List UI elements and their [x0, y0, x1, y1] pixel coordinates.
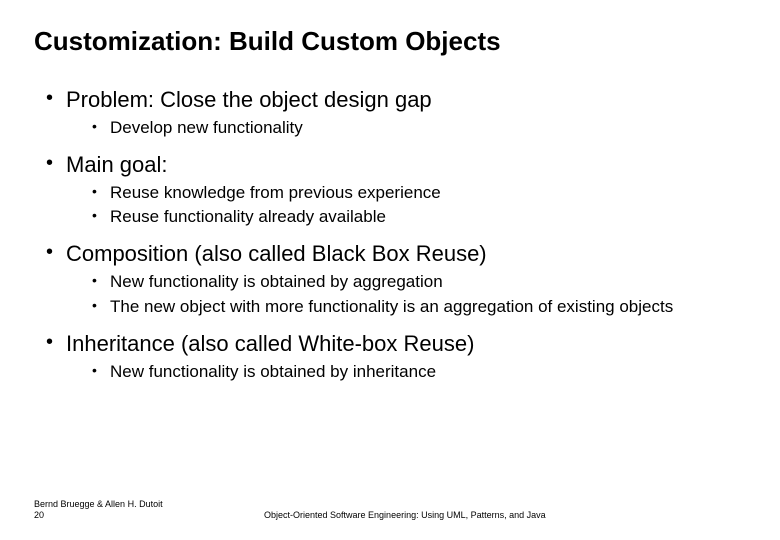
list-item: Reuse functionality already available: [92, 206, 746, 229]
slide-title: Customization: Build Custom Objects: [34, 26, 746, 57]
footer-authors: Bernd Bruegge & Allen H. Dutoit: [34, 499, 163, 509]
list-item-label: New functionality is obtained by inherit…: [110, 362, 436, 381]
slide-footer: Bernd Bruegge & Allen H. Dutoit 20 Objec…: [34, 499, 746, 522]
footer-left: Bernd Bruegge & Allen H. Dutoit 20: [34, 499, 234, 522]
list-item-label: Inheritance (also called White-box Reuse…: [66, 331, 474, 356]
list-item: Composition (also called Black Box Reuse…: [44, 239, 746, 319]
list-item-label: The new object with more functionality i…: [110, 297, 673, 316]
footer-page-number: 20: [34, 510, 44, 520]
sub-list: Reuse knowledge from previous experience…: [66, 182, 746, 230]
slide: Customization: Build Custom Objects Prob…: [0, 0, 780, 540]
sub-list: New functionality is obtained by aggrega…: [66, 271, 746, 319]
list-item-label: Problem: Close the object design gap: [66, 87, 432, 112]
list-item-label: Reuse knowledge from previous experience: [110, 183, 441, 202]
list-item: Problem: Close the object design gap Dev…: [44, 85, 746, 140]
list-item: New functionality is obtained by aggrega…: [92, 271, 746, 294]
list-item-label: Composition (also called Black Box Reuse…: [66, 241, 487, 266]
list-item: Inheritance (also called White-box Reuse…: [44, 329, 746, 384]
list-item: Reuse knowledge from previous experience: [92, 182, 746, 205]
list-item-label: Main goal:: [66, 152, 168, 177]
list-item: New functionality is obtained by inherit…: [92, 361, 746, 384]
sub-list: Develop new functionality: [66, 117, 746, 140]
footer-book-title: Object-Oriented Software Engineering: Us…: [264, 510, 546, 520]
sub-list: New functionality is obtained by inherit…: [66, 361, 746, 384]
list-item: Develop new functionality: [92, 117, 746, 140]
footer-center: Object-Oriented Software Engineering: Us…: [234, 510, 746, 522]
bullet-list: Problem: Close the object design gap Dev…: [34, 85, 746, 383]
list-item-label: Reuse functionality already available: [110, 207, 386, 226]
list-item-label: Develop new functionality: [110, 118, 303, 137]
list-item: The new object with more functionality i…: [92, 296, 746, 319]
list-item: Main goal: Reuse knowledge from previous…: [44, 150, 746, 230]
list-item-label: New functionality is obtained by aggrega…: [110, 272, 443, 291]
